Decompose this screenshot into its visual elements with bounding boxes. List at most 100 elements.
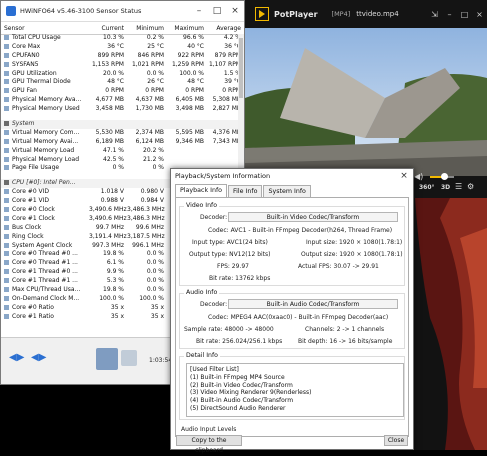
sensor-current: 35 x <box>110 312 124 320</box>
sensor-minimum: 20.2 % <box>143 146 164 154</box>
filter-line: (3) Video Mixing Renderer 9(Renderless) <box>190 389 312 397</box>
sensor-minimum: 35 x <box>150 303 164 311</box>
sensor-minimum: 21.2 % <box>143 155 164 163</box>
network-icon[interactable] <box>96 348 118 370</box>
sensor-row[interactable]: CPUFAN0 899 RPM 846 RPM 922 RPM 879 RPM <box>1 52 244 61</box>
sensor-label: Physical Memory Used <box>12 105 80 113</box>
sensor-row[interactable]: Total CPU Usage 10.3 % 0.2 % 96.6 % 4.2 % <box>1 34 244 43</box>
sensor-minimum: 0.2 % <box>146 34 164 41</box>
minimize-icon[interactable]: – <box>442 10 457 19</box>
col-current[interactable]: Current <box>89 25 127 32</box>
sensor-name: Core #1 VID <box>1 197 89 206</box>
volume-slider[interactable] <box>430 173 454 180</box>
copy-to-clipboard-button[interactable]: Copy to the clipboard <box>176 435 242 454</box>
hwinfo-title: HWiNFO64 v5.46-3100 Sensor Status <box>20 7 142 15</box>
audio-sample-rate: Sample rate: 48000 -> 48000 <box>184 326 274 333</box>
sensor-row[interactable]: Physical Memory Used 3,458 MB 1,730 MB 3,49… <box>1 105 244 114</box>
sensor-minimum: 4,637 MB <box>135 96 164 104</box>
volume-icon[interactable]: ◀) <box>414 172 423 181</box>
section-title: System <box>1 120 241 129</box>
sensor-name: Core #0 Thread #1 ... <box>1 259 89 268</box>
close-button[interactable]: Close <box>384 435 408 446</box>
sensor-minimum: 0.0 % <box>146 259 164 267</box>
video-decoder-field[interactable]: Built-in Video Codec/Transform <box>228 212 398 222</box>
sensor-row[interactable]: Virtual Memory Avai... 6,189 MB 6,124 MB 9,… <box>1 138 244 147</box>
volume-knob[interactable] <box>441 173 449 180</box>
sensor-current: 48 °C <box>107 78 124 86</box>
detail-info-title: Detail Info <box>184 352 220 359</box>
sensor-current: 1,153 RPM <box>91 60 124 68</box>
sensor-name: Virtual Memory Com... <box>1 129 89 138</box>
arrow-left-icon[interactable]: ◀▶ <box>9 352 24 363</box>
video-frame[interactable] <box>245 28 487 176</box>
badge-3d[interactable]: 3D <box>441 184 450 191</box>
video-actual-fps: Actual FPS: 30.07 -> 29.91 <box>298 263 379 270</box>
potplayer-logo-icon[interactable] <box>255 7 269 21</box>
sensor-minimum: 0.0 % <box>146 250 164 258</box>
col-maximum[interactable]: Maximum <box>167 25 207 32</box>
sensor-name: Ring Clock <box>1 233 89 242</box>
file-format: [MP4] <box>331 10 351 18</box>
sensor-minimum: 100.0 % <box>139 294 164 302</box>
sensor-label: SYSFAN5 <box>12 60 39 68</box>
sensor-row[interactable]: GPU Fan 0 RPM 0 RPM 0 RPM 0 RPM <box>1 87 244 96</box>
filter-list-box[interactable]: [Used Filter List] (1) Built-in FFmpeg M… <box>186 363 404 417</box>
sensor-label: Core #1 VID <box>12 197 50 205</box>
menu-icon[interactable]: ☰ <box>455 182 462 191</box>
maximize-icon[interactable]: □ <box>208 6 226 16</box>
sensor-row[interactable]: Physical Memory Ava... 4,677 MB 4,637 MB 6,… <box>1 96 244 105</box>
maximize-icon[interactable]: □ <box>457 10 472 19</box>
tab-playback-info[interactable]: Playback Info <box>175 184 228 197</box>
video-info-group: Video Info Decoder: Built-in Video Codec… <box>179 202 405 286</box>
sensor-maximum: 96.6 % <box>183 34 204 41</box>
arrow-left-right-icon[interactable]: ◀▶ <box>31 352 46 363</box>
sensor-row[interactable]: Physical Memory Load 42.5 % 21.2 % <box>1 156 244 165</box>
sensor-icon <box>4 198 9 204</box>
sensor-current: 0 % <box>112 164 124 172</box>
close-icon[interactable]: × <box>226 6 244 16</box>
sensor-name: Core Max <box>1 43 89 52</box>
sensor-name: Core #1 Thread #1 ... <box>1 277 89 286</box>
col-average[interactable]: Average <box>207 25 244 32</box>
sensor-icon <box>4 165 9 171</box>
sensor-label: CPUFAN0 <box>12 51 40 59</box>
sensor-current: 36 °C <box>107 42 124 50</box>
sensor-minimum: 0.0 % <box>146 268 164 276</box>
sensor-icon <box>4 52 9 58</box>
sensor-icon <box>4 156 9 162</box>
sensor-name: Max CPU/Thread Usa... <box>1 286 89 295</box>
close-icon[interactable]: × <box>395 171 413 181</box>
col-minimum[interactable]: Minimum <box>127 25 167 32</box>
sensor-label: Virtual Memory Avai... <box>12 137 79 145</box>
sensor-row[interactable]: GPU Utilization 20.0 % 0.0 % 100.0 % 1.5 % <box>1 70 244 79</box>
minimize-icon[interactable]: – <box>190 6 208 16</box>
sensor-current: 0 RPM <box>105 87 124 95</box>
sensor-row[interactable]: Virtual Memory Load 47.1 % 20.2 % <box>1 147 244 156</box>
sensor-row[interactable]: Core Max 36 °C 25 °C 40 °C 36 °C <box>1 43 244 52</box>
col-sensor[interactable]: Sensor <box>1 25 89 32</box>
badge-360[interactable]: 360° <box>419 184 435 191</box>
sensor-name: Page File Usage <box>1 164 89 173</box>
gear-icon[interactable]: ⚙ <box>467 182 474 191</box>
sensor-name: Total CPU Usage <box>1 34 89 43</box>
dialog-titlebar: Playback/System Information × <box>171 169 413 183</box>
close-icon[interactable]: × <box>472 10 487 19</box>
sensor-current: 997.3 MHz <box>92 241 124 249</box>
sensor-minimum: 0 RPM <box>145 87 164 95</box>
potplayer-app-name[interactable]: PotPlayer <box>274 10 318 19</box>
audio-decoder-field[interactable]: Built-in Audio Codec/Transform <box>228 299 398 309</box>
sensor-row[interactable]: Virtual Memory Com... 5,530 MB 2,374 MB 5,5… <box>1 129 244 138</box>
sensor-section-header[interactable]: System <box>1 120 244 129</box>
pin-icon[interactable]: ⇲ <box>427 10 442 19</box>
scrollbar-thumb[interactable] <box>239 38 243 98</box>
sensor-row[interactable]: GPU Thermal Diode 48 °C 26 °C 48 °C 39 °C <box>1 78 244 87</box>
sensor-row[interactable]: SYSFAN5 1,153 RPM 1,021 RPM 1,259 RPM 1,107 … <box>1 61 244 70</box>
sensor-name: Core #1 Ratio <box>1 313 89 322</box>
sensor-current: 19.8 % <box>103 286 124 294</box>
sensor-minimum: 99.6 MHz <box>135 223 164 231</box>
playback-info-pane: Video Info Decoder: Built-in Video Codec… <box>175 197 409 437</box>
sensor-name: Virtual Memory Load <box>1 147 89 156</box>
sensor-icon <box>4 251 9 257</box>
settings-icon[interactable] <box>121 350 137 366</box>
audio-info-group: Audio Info Decoder: Built-in Audio Codec… <box>179 289 405 349</box>
